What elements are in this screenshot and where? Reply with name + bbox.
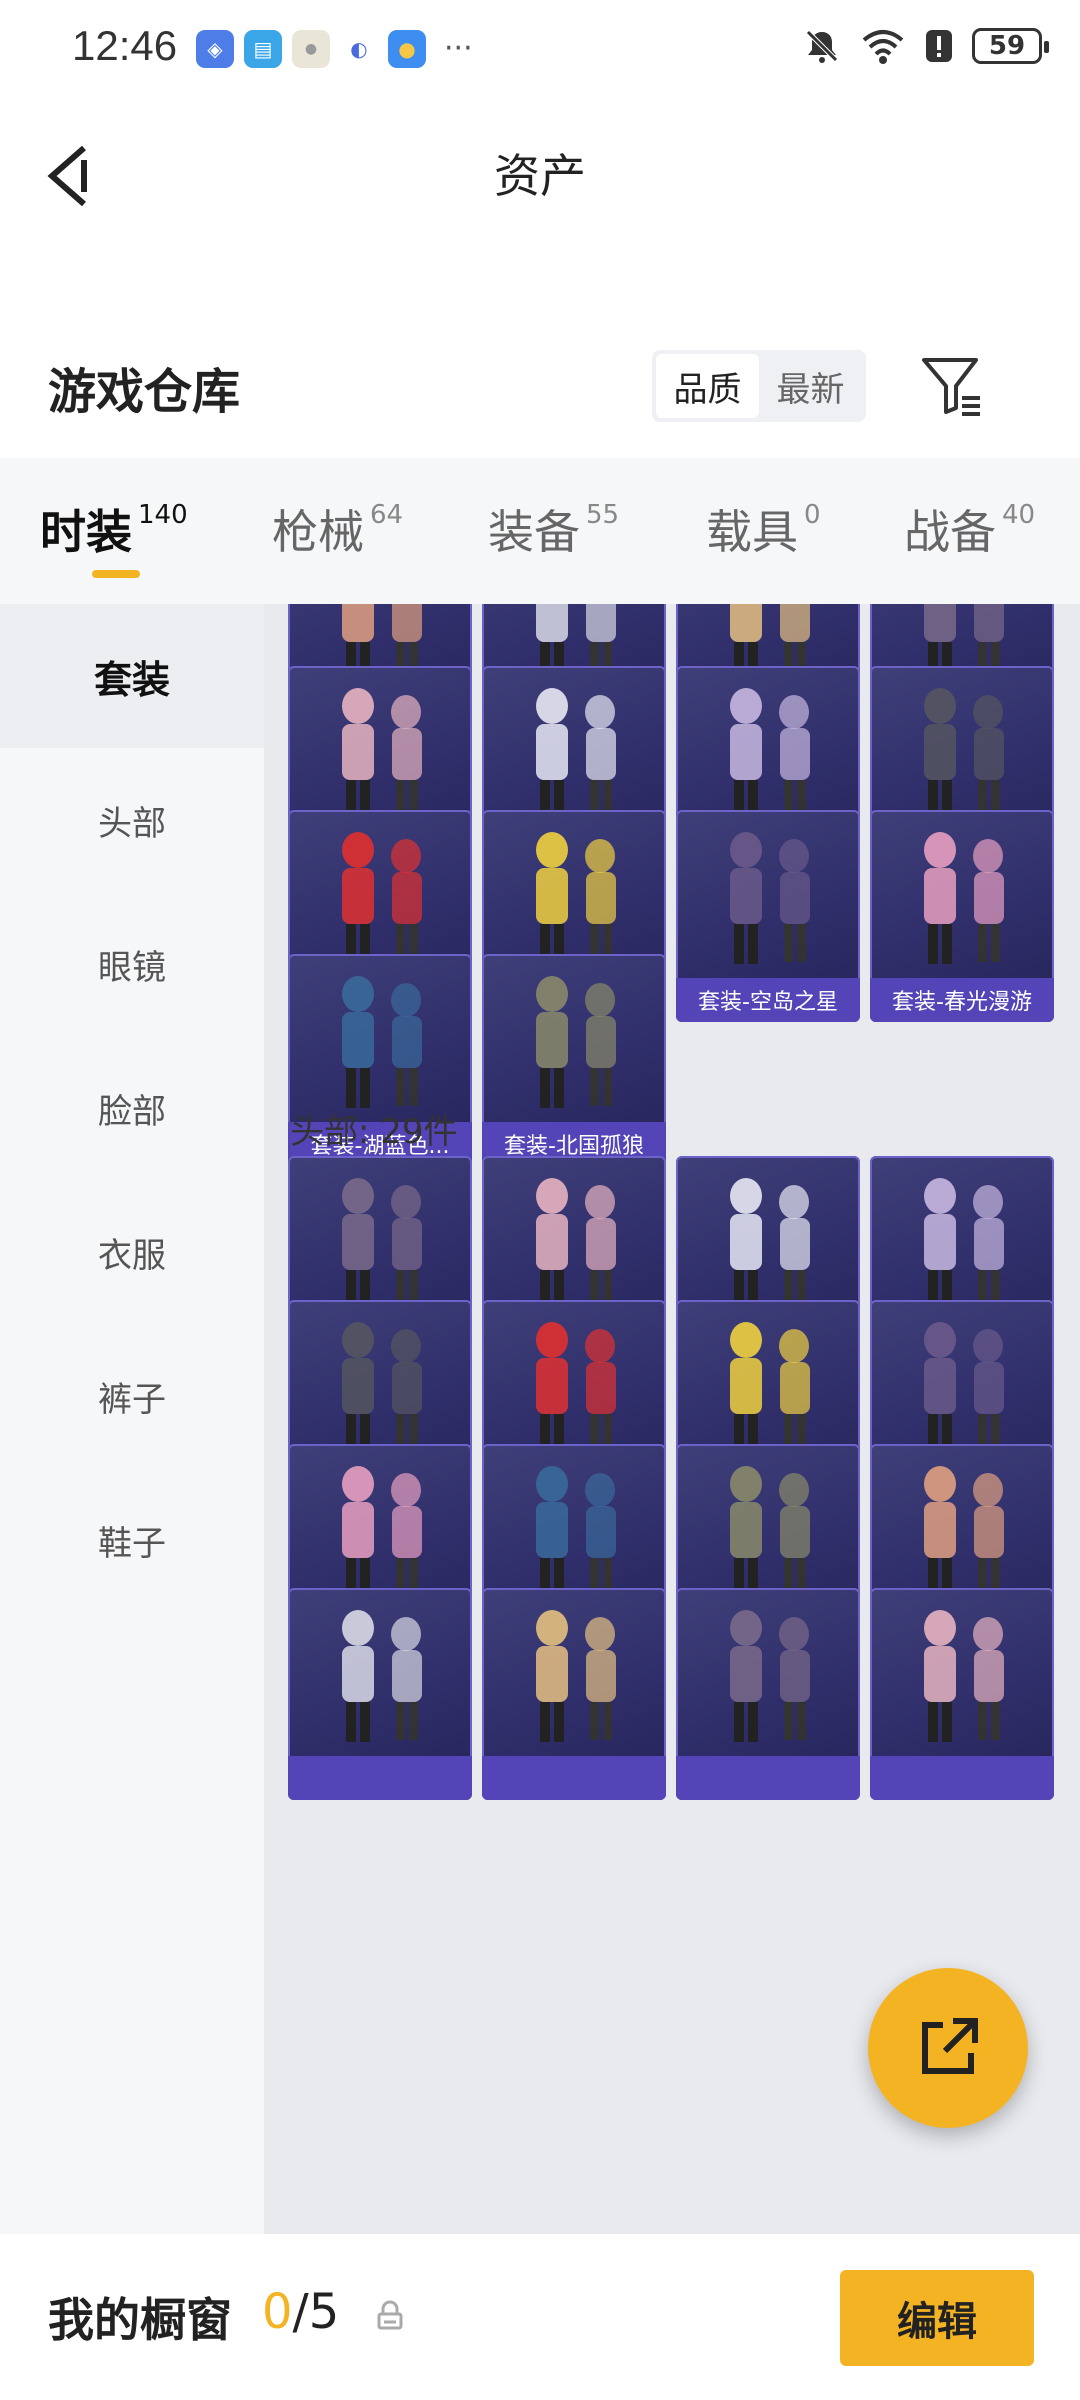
system-icons: 59 (802, 26, 1049, 66)
suit-item-image (536, 688, 616, 820)
book-app-icon: ▤ (244, 30, 282, 68)
head-section-label: 头部: 29件 (290, 1112, 458, 1152)
sidebar-item-pants[interactable]: 裤子 (0, 1324, 264, 1468)
head-item-card[interactable] (482, 1588, 666, 1800)
sort-quality-button[interactable]: 品质 (656, 354, 759, 418)
lock-icon (377, 2300, 403, 2330)
showcase-label: 我的橱窗 (48, 2293, 232, 2347)
wifi-icon (862, 30, 904, 64)
sidebar-item-glasses[interactable]: 眼镜 (0, 892, 264, 1036)
suit-item-label: 套装-空岛之星 (676, 978, 860, 1022)
notification-icons: ◈ ▤ ● ◐ ● ··· (196, 30, 473, 68)
weather-app-icon: ● (388, 30, 426, 68)
active-tab-indicator (92, 570, 140, 578)
sidebar-item-face[interactable]: 脸部 (0, 1036, 264, 1180)
tab-combat-gear[interactable]: 战备 40 (904, 496, 1035, 562)
battery-icon: 59 (972, 28, 1049, 64)
head-item-image (730, 1322, 810, 1454)
head-item-image (730, 1466, 810, 1598)
planet-app-icon: ◐ (340, 30, 378, 68)
showcase-bar: 我的橱窗 0/5 编辑 (0, 2234, 1080, 2400)
shield-app-icon: ◈ (196, 30, 234, 68)
head-item-image (342, 1322, 422, 1454)
head-item-image (536, 1610, 616, 1742)
head-item-image (924, 1610, 1004, 1742)
suit-item-card[interactable]: 套装-北国孤狼 (482, 954, 666, 1166)
tab-equipment[interactable]: 装备 55 (488, 496, 619, 562)
suit-item-image (536, 832, 616, 964)
sort-newest-button[interactable]: 最新 (759, 354, 862, 418)
showcase-count: 0/5 (262, 2284, 340, 2340)
tab-fashion[interactable]: 时装 140 (40, 496, 188, 562)
alert-icon (926, 30, 952, 62)
head-item-image (536, 1178, 616, 1310)
suit-item-image (342, 688, 422, 820)
suit-item-image (342, 832, 422, 964)
suit-item-card[interactable]: 套装-春光漫游 (870, 810, 1054, 1022)
head-item-image (342, 1610, 422, 1742)
warehouse-title: 游戏仓库 (48, 364, 241, 420)
sidebar-item-head[interactable]: 头部 (0, 748, 264, 892)
suit-item-label: 套装-春光漫游 (870, 978, 1054, 1022)
status-bar: 12:46 ◈ ▤ ● ◐ ● ··· 59 (0, 0, 1080, 100)
suit-item-image (730, 832, 810, 964)
head-item-label (482, 1756, 666, 1800)
head-item-image (924, 1178, 1004, 1310)
head-item-card[interactable] (870, 1588, 1054, 1800)
head-item-card[interactable] (288, 1588, 472, 1800)
head-item-image (924, 1466, 1004, 1598)
head-item-image (536, 1322, 616, 1454)
head-item-image (730, 1610, 810, 1742)
page-title: 资产 (494, 149, 586, 203)
head-item-label (288, 1756, 472, 1800)
sidebar-item-suit[interactable]: 套装 (0, 604, 264, 748)
subcategory-sidebar: 套装 头部 眼镜 脸部 衣服 裤子 鞋子 (0, 604, 264, 2234)
filter-icon[interactable] (920, 354, 984, 418)
sidebar-item-clothes[interactable]: 衣服 (0, 1180, 264, 1324)
suit-item-image (536, 976, 616, 1108)
more-notifications-icon: ··· (444, 31, 473, 66)
suit-item-image (342, 976, 422, 1108)
tab-firearms[interactable]: 枪械 64 (272, 496, 403, 562)
head-item-label (870, 1756, 1054, 1800)
mute-bell-icon (806, 30, 838, 63)
hoyo-app-icon: ● (292, 30, 330, 68)
suit-item-card[interactable]: 套装-空岛之星 (676, 810, 860, 1022)
suit-item-image (730, 688, 810, 820)
suit-item-image (924, 832, 1004, 964)
sidebar-item-shoes[interactable]: 鞋子 (0, 1468, 264, 1612)
share-button[interactable] (868, 1968, 1028, 2128)
head-item-card[interactable] (676, 1588, 860, 1800)
head-item-image (924, 1322, 1004, 1454)
head-item-label (676, 1756, 860, 1800)
clock: 12:46 (72, 22, 178, 69)
edit-button[interactable]: 编辑 (840, 2270, 1034, 2366)
external-link-icon (922, 2018, 978, 2074)
head-item-image (342, 1178, 422, 1310)
sort-toggle: 品质 最新 (652, 350, 866, 422)
head-item-image (536, 1466, 616, 1598)
head-item-image (730, 1178, 810, 1310)
suit-item-image (924, 688, 1004, 820)
tab-vehicles[interactable]: 载具 0 (706, 496, 821, 562)
head-item-image (342, 1466, 422, 1598)
